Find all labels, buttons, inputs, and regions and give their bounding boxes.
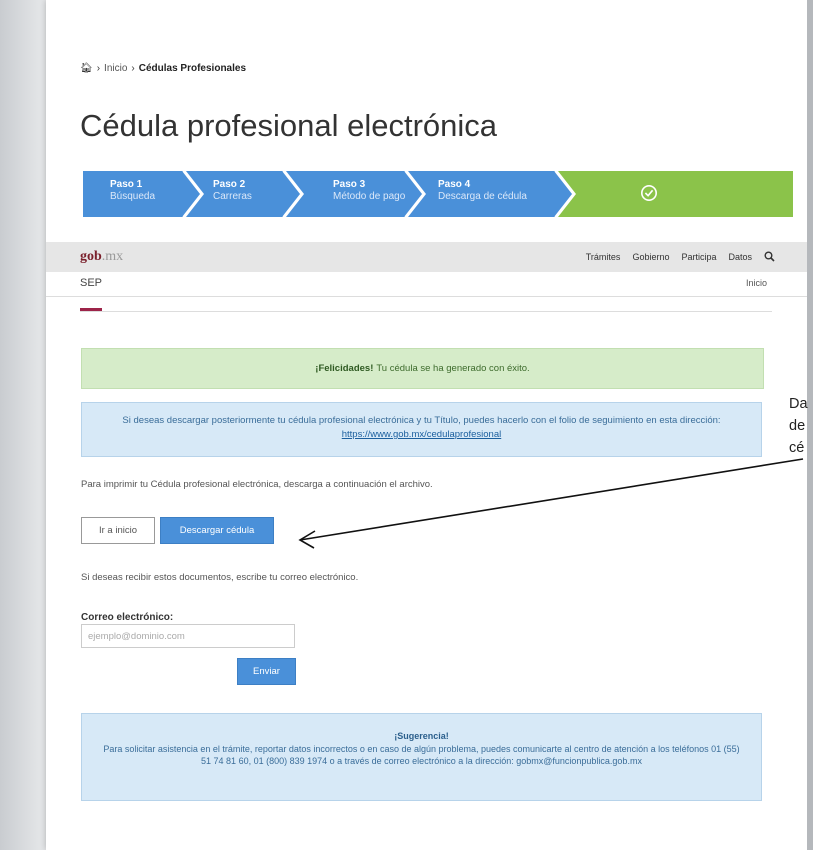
nav-item-datos[interactable]: Datos (728, 252, 752, 262)
check-circle-icon (640, 184, 658, 202)
org-name[interactable]: SEP (80, 277, 102, 289)
breadcrumb-inicio-link[interactable]: Inicio (104, 63, 127, 74)
page-title: Cédula profesional electrónica (80, 108, 498, 143)
gobmx-logo[interactable]: gob.mx (80, 249, 123, 265)
go-home-button[interactable]: Ir a inicio (81, 517, 155, 544)
info-alert: Si deseas descargar posteriormente tu cé… (81, 402, 762, 457)
info-link[interactable]: https://www.gob.mx/cedulaprofesional (342, 429, 501, 440)
nav-item-gobierno[interactable]: Gobierno (632, 252, 669, 262)
email-label: Correo electrónico: (81, 612, 174, 623)
nav-item-tramites[interactable]: Trámites (586, 252, 621, 262)
step-1-title: Paso 1 (110, 179, 143, 190)
step-4-title: Paso 4 (438, 179, 471, 190)
nav-item-participa[interactable]: Participa (681, 252, 716, 262)
step-1: Paso 1 Búsqueda (110, 179, 155, 203)
receive-instructions: Si deseas recibir estos documentos, escr… (81, 572, 359, 583)
accent-underline (80, 308, 102, 311)
info-text: Si deseas descargar posteriormente tu cé… (122, 415, 721, 426)
callout-line-1: Da (789, 396, 808, 412)
step-3-title: Paso 3 (333, 179, 366, 190)
step-2-subtitle: Carreras (213, 191, 252, 202)
subbar-inicio-link[interactable]: Inicio (746, 278, 767, 288)
progress-steps: Paso 1 Búsqueda Paso 2 Carreras Paso 3 M… (83, 171, 793, 217)
step-3-subtitle: Método de pago (333, 191, 406, 202)
step-final-shape (558, 171, 793, 217)
breadcrumb-separator: › (96, 63, 101, 74)
logo-gob: gob (80, 249, 102, 264)
suggestion-text: Para solicitar asistencia en el trámite,… (103, 744, 740, 766)
breadcrumb: 🏠︎ › Inicio › Cédulas Profesionales (80, 63, 246, 74)
breadcrumb-current: Cédulas Profesionales (138, 63, 247, 74)
callout-line-2: de (789, 418, 806, 434)
step-2-title: Paso 2 (213, 179, 246, 190)
suggestion-title: ¡Sugerencia! (394, 731, 449, 741)
success-text: Tu cédula se ha generado con éxito. (376, 363, 530, 374)
success-bold: ¡Felicidades! (315, 363, 374, 374)
download-cedula-button[interactable]: Descargar cédula (160, 517, 274, 544)
callout-line-3: cé (789, 440, 805, 456)
step-4: Paso 4 Descarga de cédula (438, 179, 527, 203)
nav-menu: Trámites Gobierno Participa Datos (586, 251, 775, 262)
step-4-subtitle: Descarga de cédula (438, 191, 527, 202)
top-navbar: gob.mx Trámites Gobierno Participa Datos (46, 242, 807, 272)
send-button[interactable]: Enviar (237, 658, 296, 685)
success-alert: ¡Felicidades! Tu cédula se ha generado c… (81, 348, 764, 389)
section-divider (80, 311, 772, 312)
home-icon[interactable]: 🏠︎ (80, 63, 93, 74)
sub-navbar: SEP Inicio (46, 272, 807, 297)
step-3: Paso 3 Método de pago (333, 179, 405, 203)
suggestion-alert: ¡Sugerencia! Para solicitar asistencia e… (81, 713, 762, 801)
print-instructions: Para imprimir tu Cédula profesional elec… (81, 479, 433, 490)
annotation-callout: Da de cé (789, 393, 813, 459)
step-2: Paso 2 Carreras (213, 179, 252, 203)
logo-mx: .mx (101, 249, 124, 264)
email-field[interactable] (81, 624, 295, 648)
search-icon[interactable] (764, 251, 775, 262)
step-1-subtitle: Búsqueda (110, 191, 156, 202)
breadcrumb-separator: › (131, 63, 135, 74)
